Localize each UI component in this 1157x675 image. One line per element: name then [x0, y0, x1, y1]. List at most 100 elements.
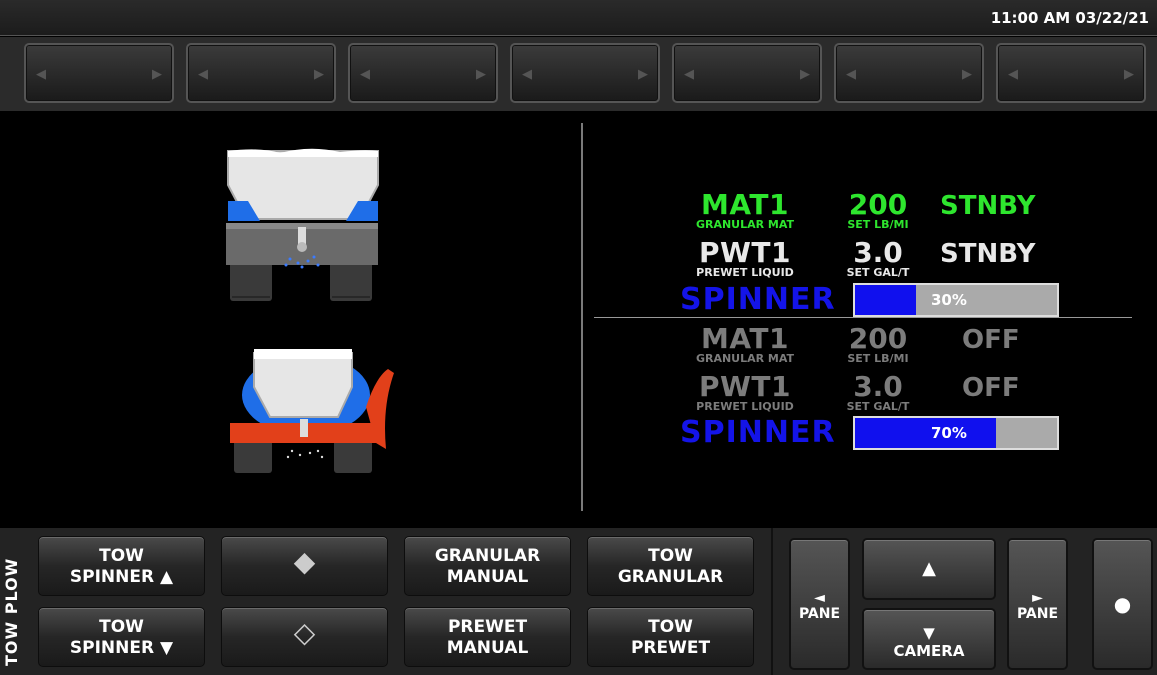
- tow-granular-button[interactable]: TOW GRANULAR: [587, 536, 754, 596]
- pane-right-button[interactable]: ► PANE: [1007, 538, 1068, 670]
- right-arrow-icon: ▶: [638, 67, 648, 82]
- material-desc: PREWET LIQUID: [696, 400, 794, 413]
- spinner-percent: 70%: [931, 424, 967, 442]
- state-label: OFF: [962, 373, 1020, 403]
- button-label: CAMERA: [893, 642, 965, 660]
- left-arrow-icon: ◀: [198, 67, 208, 82]
- material-name: PWT1: [699, 370, 791, 403]
- set-unit: SET LB/MI: [847, 352, 909, 365]
- state-label: OFF: [962, 325, 1020, 355]
- button-line2: SPINNER ▼: [69, 638, 174, 658]
- selector-6[interactable]: ◀ ▶: [834, 43, 984, 103]
- main-pane: MAT1 GRANULAR MAT 200 SET LB/MI STNBY PWT1…: [0, 111, 1157, 528]
- section-divider: [594, 317, 1132, 318]
- spinner-fill: [855, 285, 916, 315]
- tow-spinner-row[interactable]: SPINNER 70%: [680, 415, 1060, 451]
- material-desc: GRANULAR MAT: [695, 352, 795, 365]
- spreader-truck-icon: [226, 148, 379, 301]
- up-arrow-icon: ▲: [922, 558, 936, 579]
- left-arrow-icon: ◀: [1008, 67, 1018, 82]
- material-name: MAT1: [701, 188, 789, 221]
- tow-prewet-row[interactable]: PWT1 PREWET LIQUID 3.0 SET GAL/T OFF: [660, 373, 1080, 419]
- set-unit: SET LB/MI: [847, 218, 909, 231]
- material-name: MAT1: [701, 322, 789, 355]
- spinner-percent: 30%: [931, 291, 967, 309]
- button-line1: TOW: [99, 617, 144, 637]
- button-line2: GRANULAR: [617, 567, 724, 587]
- button-line1: TOW: [648, 546, 693, 566]
- selector-row: ◀ ▶ ◀ ▶ ◀ ▶ ◀ ▶ ◀ ▶ ◀ ▶ ◀ ▶: [0, 37, 1157, 111]
- set-value: 3.0: [853, 236, 903, 269]
- spinner-label: SPINNER: [680, 282, 836, 317]
- left-arrow-icon: ◀: [522, 67, 532, 82]
- diamond-outline-icon: ◇: [293, 616, 316, 649]
- set-value: 200: [848, 322, 908, 355]
- spinner-progress-bar: 70%: [853, 416, 1059, 450]
- button-line2: MANUAL: [446, 567, 529, 587]
- right-arrow-icon: ▶: [962, 67, 972, 82]
- selector-4[interactable]: ◀ ▶: [510, 43, 660, 103]
- selector-2[interactable]: ◀ ▶: [186, 43, 336, 103]
- button-line1: PREWET: [447, 617, 528, 637]
- button-label: PANE: [798, 606, 841, 622]
- pane-left-button[interactable]: ◄ PANE: [789, 538, 850, 670]
- button-separator: [771, 528, 773, 675]
- right-arrow-icon: ►: [1032, 590, 1043, 606]
- clock: 11:00 AM 03/22/21: [990, 9, 1149, 27]
- button-line1: TOW: [99, 546, 144, 566]
- selector-7[interactable]: ◀ ▶: [996, 43, 1146, 103]
- diamond-filled-button[interactable]: ◆: [221, 536, 388, 596]
- status-bar: 11:00 AM 03/22/21: [0, 0, 1157, 36]
- button-line2: PREWET: [630, 638, 711, 658]
- button-label: PANE: [1016, 606, 1059, 622]
- left-arrow-icon: ◄: [814, 590, 825, 606]
- material-desc: PREWET LIQUID: [696, 266, 794, 279]
- tow-granular-row[interactable]: MAT1 GRANULAR MAT 200 SET LB/MI OFF: [660, 325, 1080, 371]
- pane-divider: [581, 123, 583, 511]
- material-name: PWT1: [699, 236, 791, 269]
- material-desc: GRANULAR MAT: [695, 218, 795, 231]
- truck-prewet-row[interactable]: PWT1 PREWET LIQUID 3.0 SET GAL/T STNBY: [660, 239, 1080, 285]
- button-line1: TOW: [648, 617, 693, 637]
- spinner-fill: [855, 418, 997, 448]
- left-arrow-icon: ◀: [846, 67, 856, 82]
- mode-side-label: TOW PLOW: [2, 557, 21, 666]
- left-arrow-icon: ◀: [360, 67, 370, 82]
- spinner-label: SPINNER: [680, 415, 836, 450]
- spinner-progress-bar: 30%: [853, 283, 1059, 317]
- truck-granular-row[interactable]: MAT1 GRANULAR MAT 200 SET LB/MI STNBY: [660, 191, 1080, 237]
- right-arrow-icon: ▶: [314, 67, 324, 82]
- selector-5[interactable]: ◀ ▶: [672, 43, 822, 103]
- state-label: STNBY: [940, 239, 1036, 269]
- button-line2: SPINNER ▲: [69, 567, 174, 587]
- right-arrow-icon: ▶: [1124, 67, 1134, 82]
- diamond-outline-button[interactable]: ◇: [221, 607, 388, 667]
- button-line1: GRANULAR: [434, 546, 541, 566]
- dot-button[interactable]: ●: [1092, 538, 1153, 670]
- tow-spinner-up-button[interactable]: TOW SPINNER ▲: [38, 536, 205, 596]
- granular-manual-button[interactable]: GRANULAR MANUAL: [404, 536, 571, 596]
- right-arrow-icon: ▶: [476, 67, 486, 82]
- set-value: 200: [848, 188, 908, 221]
- diamond-filled-icon: ◆: [293, 545, 316, 578]
- selector-1[interactable]: ◀ ▶: [24, 43, 174, 103]
- state-label: STNBY: [940, 191, 1036, 221]
- left-arrow-icon: ◀: [36, 67, 46, 82]
- bottom-button-bar: TOW PLOW TOW SPINNER ▲ TOW SPINNER ▼ ◆ ◇…: [0, 528, 1157, 675]
- camera-down-button[interactable]: ▼ CAMERA: [862, 608, 996, 670]
- right-arrow-icon: ▶: [152, 67, 162, 82]
- tow-spinner-down-button[interactable]: TOW SPINNER ▼: [38, 607, 205, 667]
- prewet-manual-button[interactable]: PREWET MANUAL: [404, 607, 571, 667]
- truck-spinner-row[interactable]: SPINNER 30%: [680, 282, 1060, 318]
- down-arrow-icon: ▼: [923, 624, 935, 642]
- tow-plow-icon: [230, 349, 394, 473]
- selector-3[interactable]: ◀ ▶: [348, 43, 498, 103]
- tow-prewet-button[interactable]: TOW PREWET: [587, 607, 754, 667]
- set-unit: SET GAL/T: [846, 400, 910, 413]
- set-unit: SET GAL/T: [846, 266, 910, 279]
- dot-icon: ●: [1113, 592, 1132, 616]
- right-arrow-icon: ▶: [800, 67, 810, 82]
- button-line2: MANUAL: [446, 638, 529, 658]
- camera-up-button[interactable]: ▲: [862, 538, 996, 600]
- set-value: 3.0: [853, 370, 903, 403]
